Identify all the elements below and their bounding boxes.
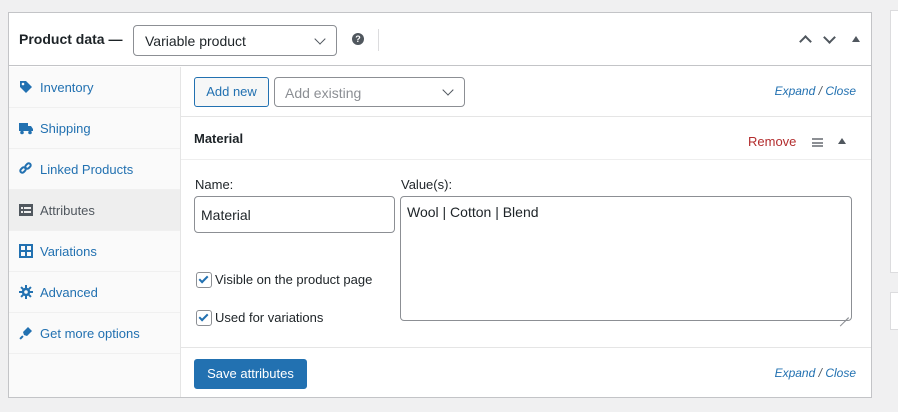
drag-handle-icon[interactable]	[812, 138, 823, 147]
collapse-panel-icon[interactable]	[852, 36, 860, 42]
checkmark-icon	[198, 311, 209, 322]
add-existing-placeholder: Add existing	[285, 85, 362, 101]
expand-close-links: Expand / Close	[775, 84, 856, 98]
save-attributes-button[interactable]: Save attributes	[194, 359, 307, 389]
header-divider	[378, 29, 379, 51]
visible-checkbox[interactable]	[196, 272, 212, 288]
plugin-icon	[19, 327, 32, 340]
attribute-name-input[interactable]: Material	[194, 196, 395, 233]
tab-label: Get more options	[40, 326, 140, 341]
attribute-values-textarea[interactable]: Wool | Cotton | Blend	[400, 196, 852, 321]
tab-inventory[interactable]: Inventory	[9, 67, 180, 108]
tab-linked-products[interactable]: Linked Products	[9, 149, 180, 190]
close-link[interactable]: Close	[825, 84, 856, 98]
product-type-select[interactable]: Variable product	[133, 25, 337, 56]
add-existing-select[interactable]: Add existing	[274, 77, 465, 107]
expand-close-links: Expand / Close	[775, 366, 856, 380]
expand-link[interactable]: Expand	[775, 84, 816, 98]
name-label: Name:	[195, 177, 234, 192]
attribute-name-value: Material	[201, 207, 251, 223]
attribute-title: Material	[194, 131, 244, 146]
collapse-attribute-icon[interactable]	[838, 138, 846, 144]
attributes-footer: Save attributes Expand / Close	[181, 347, 871, 397]
attribute-header[interactable]: Material Remove	[181, 117, 871, 160]
separator: /	[818, 84, 822, 98]
move-up-icon[interactable]	[798, 33, 812, 47]
tab-label: Variations	[40, 244, 97, 259]
link-icon	[19, 162, 32, 174]
tab-get-more-options[interactable]: Get more options	[9, 313, 180, 354]
visible-label: Visible on the product page	[215, 272, 373, 287]
variations-checkbox[interactable]	[196, 310, 212, 326]
adjacent-box	[890, 10, 898, 273]
help-icon[interactable]: ?	[352, 33, 364, 45]
panel-header: Product data — Variable product ?	[9, 13, 871, 66]
add-new-button[interactable]: Add new	[194, 77, 269, 107]
tab-attributes[interactable]: Attributes	[9, 190, 180, 231]
attribute-values-value: Wool | Cotton | Blend	[407, 204, 539, 220]
truck-icon	[19, 123, 33, 135]
tab-label: Shipping	[40, 121, 91, 136]
tab-label: Inventory	[40, 80, 94, 95]
product-type-value: Variable product	[145, 33, 246, 49]
adjacent-box	[890, 292, 898, 330]
tab-label: Attributes	[40, 203, 95, 218]
tab-shipping[interactable]: Shipping	[9, 108, 180, 149]
panel-title: Product data —	[19, 31, 123, 47]
remove-attribute-link[interactable]: Remove	[748, 134, 796, 149]
expand-link[interactable]: Expand	[775, 366, 816, 380]
variations-label: Used for variations	[215, 310, 324, 325]
close-link[interactable]: Close	[825, 366, 856, 380]
tab-label: Linked Products	[40, 162, 134, 177]
tab-advanced[interactable]: Advanced	[9, 272, 180, 313]
move-down-icon[interactable]	[822, 33, 836, 47]
resize-handle-icon[interactable]	[840, 309, 849, 318]
adjacent-panel-edge	[890, 0, 898, 412]
product-data-tabs: Inventory Shipping Linked Products Attri…	[9, 67, 181, 397]
tag-icon	[20, 81, 32, 93]
tab-variations[interactable]: Variations	[9, 231, 180, 272]
separator: /	[818, 366, 822, 380]
chevron-down-icon	[314, 33, 326, 45]
attributes-panel: Add new Add existing Expand / Close Mate…	[181, 67, 871, 397]
attributes-toolbar: Add new Add existing Expand / Close	[181, 67, 871, 117]
product-data-panel: Product data — Variable product ? Invent…	[8, 12, 872, 398]
chevron-down-icon	[442, 84, 454, 96]
values-label: Value(s):	[401, 177, 453, 192]
checkmark-icon	[198, 273, 209, 284]
list-icon	[19, 204, 33, 216]
tab-label: Advanced	[40, 285, 98, 300]
grid-icon	[19, 244, 33, 258]
gear-icon	[19, 285, 33, 299]
